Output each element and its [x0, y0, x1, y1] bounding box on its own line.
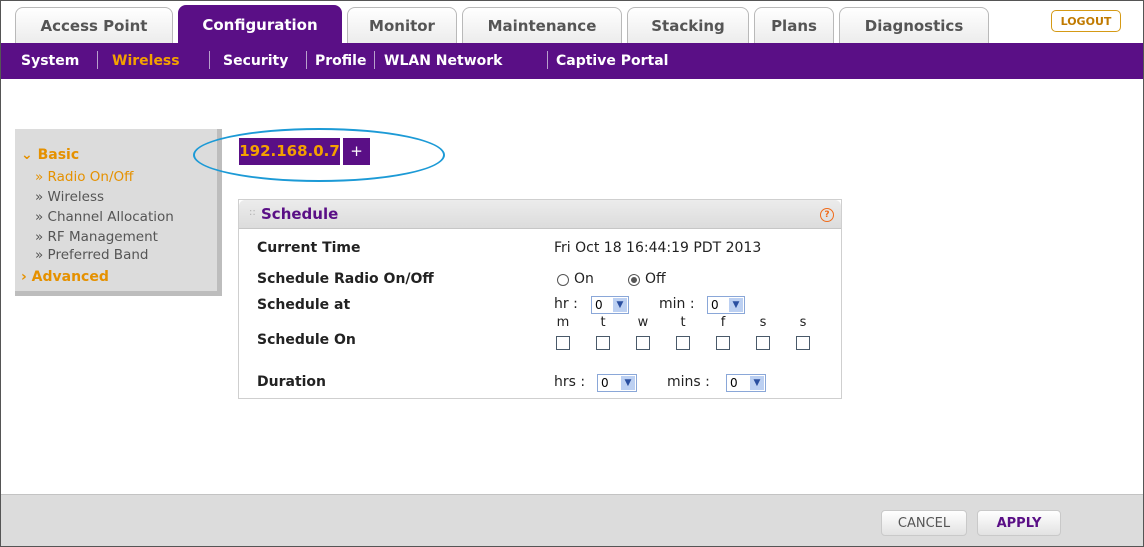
tab-maintenance[interactable]: Maintenance: [462, 7, 622, 43]
schedule-at-label: Schedule at: [257, 297, 351, 313]
subnav-divider: [547, 51, 548, 69]
radio-on-label: On: [574, 271, 594, 287]
cancel-button[interactable]: CANCEL: [881, 510, 967, 536]
tab-stacking[interactable]: Stacking: [627, 7, 749, 43]
current-time-value: Fri Oct 18 16:44:19 PDT 2013: [554, 240, 762, 256]
duration-minutes-value: 0: [730, 376, 738, 390]
day-label-monday: m: [556, 315, 570, 330]
duration-minutes-select[interactable]: 0 ▼: [726, 374, 766, 392]
day-label-wednesday: w: [637, 315, 649, 330]
subnav-wireless[interactable]: Wireless: [112, 53, 180, 69]
schedule-panel-header: :: Schedule ?: [239, 200, 841, 229]
chevron-down-icon: ▼: [621, 376, 635, 390]
mins-label: mins :: [667, 374, 710, 390]
hr-label: hr :: [554, 296, 578, 312]
schedule-radio-label: Schedule Radio On/Off: [257, 271, 434, 287]
nav-item-rf-management[interactable]: » RF Management: [35, 229, 158, 245]
bottom-action-bar: CANCEL APPLY: [1, 494, 1143, 546]
checkbox-saturday[interactable]: [756, 336, 770, 350]
subnav-security[interactable]: Security: [223, 53, 288, 69]
nav-item-channel-allocation[interactable]: » Channel Allocation: [35, 209, 174, 225]
tab-access-point[interactable]: Access Point: [15, 7, 173, 43]
hour-select[interactable]: 0 ▼: [591, 296, 629, 314]
logout-button[interactable]: LOGOUT: [1051, 10, 1121, 32]
hour-select-value: 0: [595, 298, 603, 312]
day-label-friday: f: [720, 315, 726, 330]
subnav-divider: [306, 51, 307, 69]
current-time-label: Current Time: [257, 240, 361, 256]
day-label-sunday: s: [799, 315, 807, 330]
left-nav-panel: ⌄ Basic » Radio On/Off » Wireless » Chan…: [15, 129, 222, 296]
tab-monitor[interactable]: Monitor: [347, 7, 457, 43]
schedule-on-label: Schedule On: [257, 332, 356, 348]
chevron-down-icon: ▼: [729, 298, 743, 312]
day-label-saturday: s: [759, 315, 767, 330]
subnav-captive-portal[interactable]: Captive Portal: [556, 53, 668, 69]
subnav-divider: [209, 51, 210, 69]
duration-label: Duration: [257, 374, 327, 390]
subnav-divider: [374, 51, 375, 69]
checkbox-wednesday[interactable]: [636, 336, 650, 350]
nav-basic-label: Basic: [37, 147, 80, 163]
radio-off-label: Off: [645, 271, 666, 287]
subnav-profile[interactable]: Profile: [315, 53, 366, 69]
radio-on-button[interactable]: [557, 274, 569, 286]
checkbox-tuesday[interactable]: [596, 336, 610, 350]
nav-item-radio-on-off[interactable]: » Radio On/Off: [35, 169, 133, 185]
radio-off-button[interactable]: [628, 274, 640, 286]
subnav-wlan-network[interactable]: WLAN Network: [384, 53, 502, 69]
app-window: Access Point Configuration Monitor Maint…: [0, 0, 1144, 547]
nav-item-preferred-band[interactable]: » Preferred Band: [35, 247, 148, 263]
help-icon[interactable]: ?: [820, 208, 834, 222]
nav-advanced-label: Advanced: [31, 269, 109, 285]
tab-configuration[interactable]: Configuration: [178, 5, 342, 43]
checkbox-sunday[interactable]: [796, 336, 810, 350]
chevron-down-icon: ▼: [750, 376, 764, 390]
nav-item-wireless[interactable]: » Wireless: [35, 189, 104, 205]
min-label: min :: [659, 296, 695, 312]
duration-hours-value: 0: [601, 376, 609, 390]
subnav-system[interactable]: System: [21, 53, 79, 69]
checkbox-monday[interactable]: [556, 336, 570, 350]
main-tab-bar: Access Point Configuration Monitor Maint…: [1, 1, 1143, 43]
drag-grip-icon: ::: [249, 207, 256, 218]
chevron-down-icon: ▼: [613, 298, 627, 312]
minute-select-value: 0: [711, 298, 719, 312]
hrs-label: hrs :: [554, 374, 586, 390]
checkbox-friday[interactable]: [716, 336, 730, 350]
nav-section-advanced[interactable]: › Advanced: [21, 269, 109, 285]
highlight-ellipse: [193, 128, 445, 182]
schedule-panel: :: Schedule ? Current Time Fri Oct 18 16…: [238, 199, 842, 399]
day-label-thursday: t: [680, 315, 686, 330]
sub-nav-bar: System Wireless Security Profile WLAN Ne…: [1, 43, 1143, 79]
duration-hours-select[interactable]: 0 ▼: [597, 374, 637, 392]
tab-plans[interactable]: Plans: [754, 7, 834, 43]
subnav-divider: [97, 51, 98, 69]
nav-section-basic[interactable]: ⌄ Basic: [21, 147, 79, 163]
schedule-title: Schedule: [261, 205, 339, 223]
tab-diagnostics[interactable]: Diagnostics: [839, 7, 989, 43]
checkbox-thursday[interactable]: [676, 336, 690, 350]
day-label-tuesday: t: [600, 315, 606, 330]
apply-button[interactable]: APPLY: [977, 510, 1061, 536]
minute-select[interactable]: 0 ▼: [707, 296, 745, 314]
